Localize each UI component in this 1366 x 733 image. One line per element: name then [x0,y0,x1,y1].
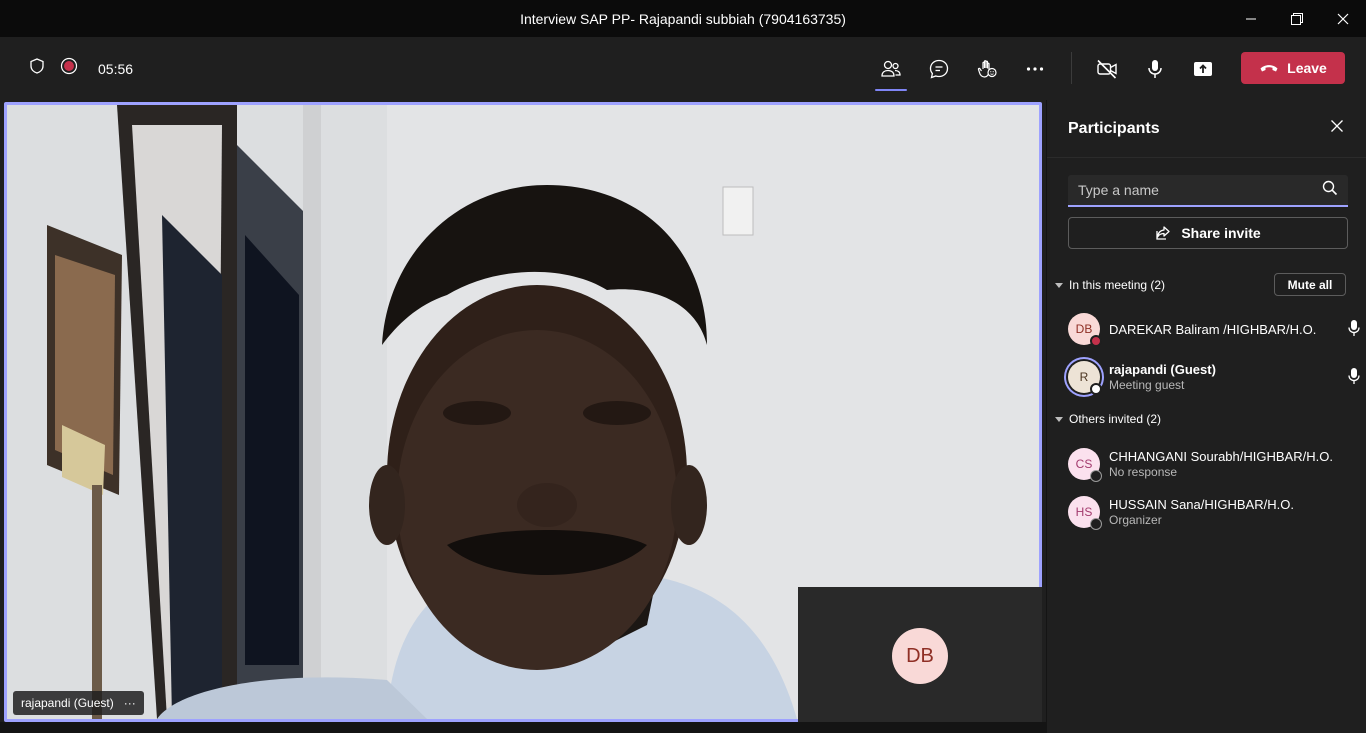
record-icon [60,57,78,80]
participants-panel: Participants Share invite In this meetin… [1046,100,1366,733]
participants-button[interactable] [873,51,909,91]
meeting-toolbar: 05:56 Leave [0,37,1366,100]
participant-search[interactable] [1068,175,1348,207]
status-unknown-icon [1090,518,1102,530]
search-icon[interactable] [1322,180,1338,201]
camera-button[interactable] [1089,51,1125,87]
panel-title: Participants [1068,119,1160,137]
participant-name: CHHANGANI Sourabh/HIGHBAR/H.O. [1109,449,1333,464]
participant-name-tag: rajapandi (Guest) ··· [13,691,144,715]
avatar-initials: HS [1075,505,1093,519]
toolbar-divider [1071,52,1072,84]
avatar: HS [1068,496,1102,530]
others-invited-section-toggle[interactable]: Others invited (2) [1055,412,1161,426]
participant-row[interactable]: HS HUSSAIN Sana/HIGHBAR/H.O. Organizer [1068,492,1358,532]
participant-name: DAREKAR Baliram /HIGHBAR/H.O. [1109,321,1317,337]
in-meeting-label: In this meeting (2) [1069,278,1166,292]
status-busy-icon [1090,335,1102,347]
avatar: DB [1068,313,1102,347]
participant-name: rajapandi (Guest) [21,696,114,710]
avatar-initials: R [1079,370,1089,384]
more-actions-button[interactable] [1017,51,1053,87]
raise-hand-icon [977,60,997,78]
share-invite-button[interactable]: Share invite [1068,217,1348,249]
window-title: Interview SAP PP- Rajapandi subbiah (790… [520,10,846,27]
participant-row[interactable]: DB DAREKAR Baliram /HIGHBAR/H.O. [1068,309,1360,349]
chat-icon [929,59,949,79]
search-input[interactable] [1078,182,1322,198]
avatar: CS [1068,448,1102,482]
avatar-initials: CS [1075,457,1093,471]
self-avatar: DB [892,628,948,684]
status-available-icon [1090,383,1102,395]
close-panel-icon[interactable] [1330,119,1344,138]
mic-icon [1348,319,1360,342]
window-controls [1228,0,1366,37]
panel-header: Participants [1047,100,1366,158]
meeting-info: 05:56 [28,57,133,80]
participant-role: Organizer [1109,513,1162,527]
more-icon [1026,67,1044,71]
avatar-initials: DB [1075,322,1093,336]
title-bar: Interview SAP PP- Rajapandi subbiah (790… [0,0,1366,37]
mic-icon [1148,60,1162,78]
chevron-down-icon [1055,416,1063,422]
participant-role: Meeting guest [1109,378,1185,392]
participant-more-icon[interactable]: ··· [124,696,136,710]
chat-button[interactable] [921,51,957,87]
share-screen-icon [1194,62,1212,76]
avatar: R [1068,361,1102,395]
status-unknown-icon [1090,470,1102,482]
participant-row[interactable]: R rajapandi (Guest) Meeting guest [1068,357,1360,397]
share-invite-label: Share invite [1181,225,1261,241]
participant-name: HUSSAIN Sana/HIGHBAR/H.O. [1109,497,1294,512]
participant-status: No response [1109,465,1178,479]
participant-row[interactable]: CS CHHANGANI Sourabh/HIGHBAR/H.O. No res… [1068,444,1358,484]
share-screen-button[interactable] [1185,51,1221,87]
raise-hand-button[interactable] [969,51,1005,87]
in-meeting-section-toggle[interactable]: In this meeting (2) [1055,278,1165,292]
meeting-timer: 05:56 [98,60,134,77]
self-video-tile[interactable]: DB [798,587,1042,725]
minimize-icon[interactable] [1228,0,1274,37]
mute-all-button[interactable]: Mute all [1274,273,1346,296]
leave-label: Leave [1287,60,1327,76]
camera-off-icon [1097,59,1117,79]
leave-button[interactable]: Leave [1241,52,1345,84]
chevron-down-icon [1055,282,1063,288]
restore-icon[interactable] [1274,0,1320,37]
participant-name: rajapandi (Guest) [1109,362,1216,377]
participants-icon [881,60,901,77]
shield-icon[interactable] [28,57,46,80]
hang-up-icon [1260,65,1278,72]
close-icon[interactable] [1320,0,1366,37]
bottom-strip [0,722,1046,733]
microphone-button[interactable] [1137,51,1173,87]
mic-icon [1348,367,1360,390]
share-icon [1156,226,1170,240]
others-invited-label: Others invited (2) [1069,412,1162,426]
